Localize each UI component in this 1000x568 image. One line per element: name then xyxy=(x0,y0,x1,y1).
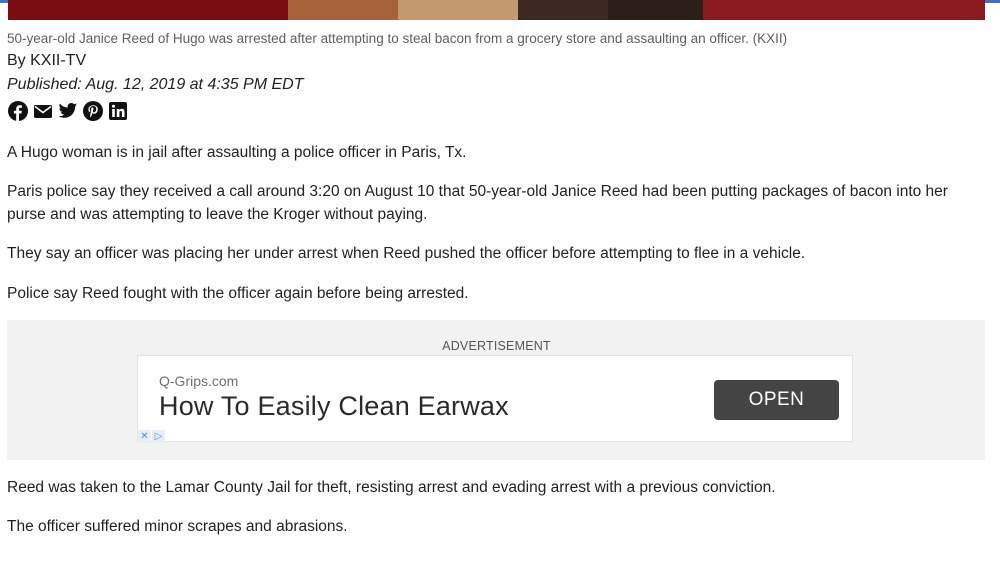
article-paragraph: A Hugo woman is in jail after assaulting… xyxy=(7,144,467,161)
published-date: Published: Aug. 12, 2019 at 4:35 PM EDT xyxy=(7,76,304,93)
ad-domain[interactable]: Q-Grips.com xyxy=(159,373,238,389)
ad-choices: ✕ ▷ xyxy=(138,430,166,443)
article-paragraph: Paris police say they received a call ar… xyxy=(7,183,948,223)
adchoices-icon[interactable]: ▷ xyxy=(152,430,165,443)
linkedin-icon[interactable] xyxy=(108,101,128,121)
email-icon[interactable] xyxy=(33,101,53,121)
article-paragraph: The officer suffered minor scrapes and a… xyxy=(7,518,348,535)
photo-caption: 50-year-old Janice Reed of Hugo was arre… xyxy=(7,31,788,46)
article-paragraph: Reed was taken to the Lamar County Jail … xyxy=(7,479,776,496)
advertisement-label: ADVERTISEMENT xyxy=(442,339,551,353)
share-bar xyxy=(8,101,133,121)
facebook-icon[interactable] xyxy=(8,101,28,121)
twitter-icon[interactable] xyxy=(58,101,78,121)
article-paragraph: Police say Reed fought with the officer … xyxy=(7,285,469,302)
ad-card[interactable]: Q-Grips.com How To Easily Clean Earwax O… xyxy=(137,355,853,443)
ad-open-button[interactable]: OPEN xyxy=(714,380,839,420)
byline: By KXII-TV xyxy=(7,52,87,69)
article-photo xyxy=(8,0,985,20)
pinterest-icon[interactable] xyxy=(83,101,103,121)
ad-headline[interactable]: How To Easily Clean Earwax xyxy=(159,391,509,422)
article-paragraph: They say an officer was placing her unde… xyxy=(7,245,806,262)
close-x-icon[interactable]: ✕ xyxy=(138,430,151,443)
